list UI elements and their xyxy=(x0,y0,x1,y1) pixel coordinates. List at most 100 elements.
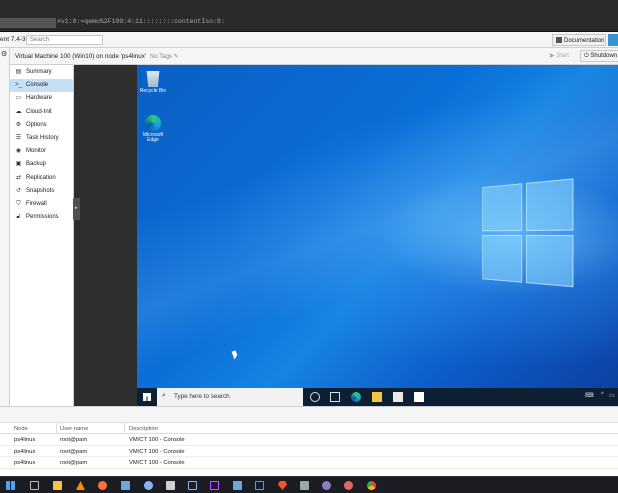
search-input[interactable]: Search xyxy=(26,35,103,45)
nav-item-permissions[interactable]: 🔓︎ Permissions xyxy=(10,211,73,224)
shutdown-label: Shutdown xyxy=(590,53,618,59)
nav-item-task-history[interactable]: ☰ Task History xyxy=(10,132,73,145)
taskbar-search[interactable]: ⌕ Type here to search xyxy=(157,388,303,406)
vm-nav: ▤ Summary >_ Console ▭ Hardware ☁ Cloud-Init… xyxy=(10,65,74,406)
nav-label: Replication xyxy=(26,174,56,181)
table-row[interactable]: ps4linux root@pam VM/CT 100 - Console xyxy=(0,457,618,469)
task-log-panel: Node User name Description ps4linux root… xyxy=(0,406,618,476)
app-icon[interactable] xyxy=(344,481,353,490)
cortana-icon[interactable] xyxy=(310,392,320,402)
task-view-icon[interactable] xyxy=(30,481,39,490)
keyboard-icon[interactable]: ⌨ xyxy=(585,392,594,399)
eye-icon: ◉ xyxy=(15,148,22,155)
vm-console-desktop[interactable]: Recycle Bin Microsoft Edge ⌕ Type here t… xyxy=(137,65,618,406)
nav-label: Cloud-Init xyxy=(26,108,52,115)
chevron-up-icon[interactable]: ^ xyxy=(601,392,604,398)
address-bar[interactable]: #v1:0:=qemu%2F100:4:11::::::::contentIso… xyxy=(0,14,618,32)
vlc-icon[interactable] xyxy=(76,481,85,490)
pencil-icon[interactable]: ✎ xyxy=(174,54,179,60)
mail-icon[interactable] xyxy=(414,392,424,402)
logo-pane xyxy=(525,235,574,288)
app-icon[interactable] xyxy=(300,481,309,490)
nav-label: Snapshots xyxy=(26,187,55,194)
taskbar-search-placeholder: Type here to search xyxy=(174,393,230,400)
nav-item-hardware[interactable]: ▭ Hardware xyxy=(10,92,73,105)
nav-label: Console xyxy=(26,82,49,89)
gear-icon: ⚙ xyxy=(15,121,22,128)
version-label: ent 7.4-3 xyxy=(0,36,26,43)
tags-label[interactable]: No Tags ✎ xyxy=(150,53,179,60)
notepad-icon[interactable] xyxy=(166,481,175,490)
app-icon[interactable] xyxy=(233,481,242,490)
photoshop-icon[interactable] xyxy=(255,481,264,490)
desktop-icon-label: Microsoft Edge xyxy=(142,132,164,143)
book-icon xyxy=(556,37,562,43)
cell-user: root@pam xyxy=(60,437,88,443)
documentation-button[interactable]: Documentation xyxy=(552,34,606,46)
nav-label: Backup xyxy=(26,161,47,168)
store-icon[interactable] xyxy=(393,392,403,402)
nav-label: Hardware xyxy=(26,95,53,102)
task-view-icon[interactable] xyxy=(330,392,340,402)
desktop-icon-recycle-bin[interactable]: Recycle Bin xyxy=(139,71,167,94)
shield-icon: ⛉ xyxy=(16,200,21,207)
file-explorer-icon[interactable] xyxy=(372,392,382,402)
nav-item-options[interactable]: ⚙ Options xyxy=(10,119,73,132)
summary-icon: ▤ xyxy=(15,69,22,75)
documentation-label: Documentation xyxy=(564,38,605,44)
edge-icon[interactable] xyxy=(351,392,361,402)
gear-icon[interactable]: ⚙ xyxy=(1,50,7,58)
resource-tree: ⚙ xyxy=(0,48,10,406)
hardware-icon: ▭ xyxy=(15,95,22,102)
table-row[interactable]: ps4linux root@pam VM/CT 100 - Console xyxy=(0,446,618,457)
file-explorer-icon[interactable] xyxy=(53,481,62,490)
app-icon[interactable] xyxy=(121,481,130,490)
start-label: Start xyxy=(556,53,569,59)
desktop-icon-edge[interactable]: Microsoft Edge xyxy=(139,115,167,143)
search-icon: ⌕ xyxy=(162,392,166,399)
nav-item-summary[interactable]: ▤ Summary xyxy=(10,66,73,79)
app-icon[interactable] xyxy=(322,481,331,490)
chevron-right-icon: ▸ xyxy=(75,205,78,211)
app-icon[interactable] xyxy=(144,481,153,490)
nav-label: Options xyxy=(26,121,47,128)
nav-item-console[interactable]: >_ Console xyxy=(10,79,73,93)
nav-item-monitor[interactable]: ◉ Monitor xyxy=(10,145,73,158)
brave-icon[interactable] xyxy=(278,481,287,490)
nav-item-backup[interactable]: ▣ Backup xyxy=(10,158,73,171)
nav-item-firewall[interactable]: ⛉ Firewall xyxy=(10,198,73,211)
start-button[interactable]: ▶ Start xyxy=(550,52,569,59)
firefox-icon[interactable] xyxy=(98,481,107,490)
console-gutter xyxy=(74,65,137,406)
cell-node: ps4linux xyxy=(14,448,36,455)
premiere-icon[interactable] xyxy=(210,481,219,490)
create-vm-button[interactable] xyxy=(608,34,618,46)
nav-item-cloud-init[interactable]: ☁ Cloud-Init xyxy=(10,106,73,119)
cell-user: root@pam xyxy=(60,448,88,455)
floppy-icon: ▣ xyxy=(15,161,22,168)
table-row[interactable]: ps4linux root@pam VM/CT 100 - Console xyxy=(0,434,618,446)
col-node[interactable]: Node xyxy=(14,426,28,432)
windows-start-icon[interactable] xyxy=(143,393,151,401)
nav-item-snapshots[interactable]: ↺ Snapshots xyxy=(10,185,73,198)
vm-toolbar: Virtual Machine 100 (Win10) on node 'ps4… xyxy=(10,48,618,65)
logo-pane xyxy=(525,178,574,231)
network-icon[interactable]: ▭ xyxy=(609,392,615,399)
cell-node: ps4linux xyxy=(14,437,36,443)
console-sidebar-toggle[interactable]: ▸ xyxy=(73,198,80,220)
col-description[interactable]: Description xyxy=(129,426,158,432)
windows-start-icon[interactable] xyxy=(6,481,15,490)
nav-item-replication[interactable]: ⇄ Replication xyxy=(10,172,73,185)
browser-tab-strip xyxy=(0,0,618,14)
virtualbox-icon[interactable] xyxy=(188,481,197,490)
desktop-icon-label: Recycle Bin xyxy=(139,88,167,94)
col-user[interactable]: User name xyxy=(60,426,88,432)
nav-label: Permissions xyxy=(26,214,59,221)
column-divider xyxy=(124,423,125,434)
pve-header: ent 7.4-3 Search Documentation xyxy=(0,32,618,48)
chrome-icon[interactable] xyxy=(367,481,376,490)
retweet-icon: ⇄ xyxy=(15,174,22,181)
panel-tabs xyxy=(0,407,618,423)
shutdown-button[interactable]: ⏻ Shutdown xyxy=(580,50,618,62)
unlock-icon: 🔓︎ xyxy=(16,214,21,221)
